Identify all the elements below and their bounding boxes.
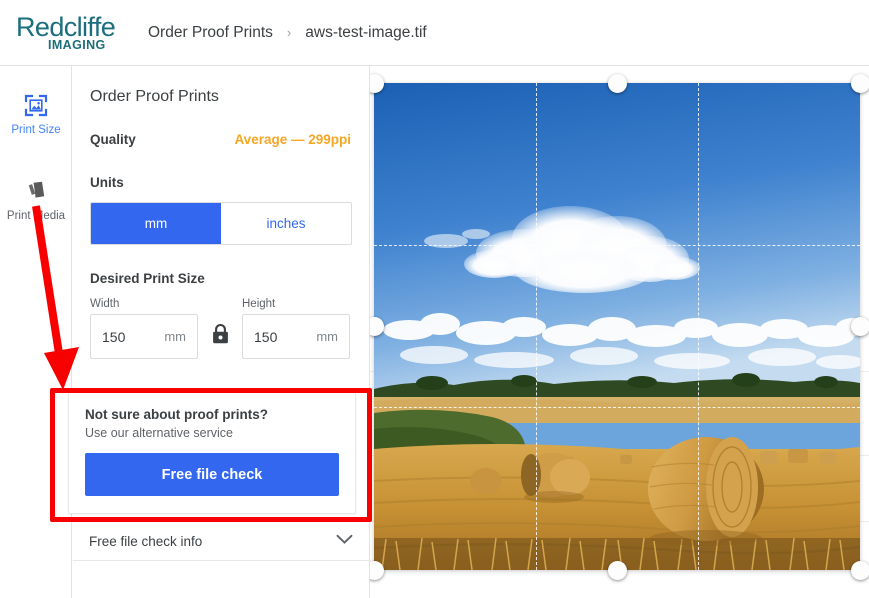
chevron-down-icon bbox=[336, 532, 353, 550]
free-file-check-info-accordion[interactable]: Free file check info bbox=[73, 521, 369, 561]
sidebar-item-print-media[interactable]: Print Media bbox=[0, 172, 72, 230]
app-root: Redcliffe IMAGING Order Proof Prints › a… bbox=[0, 0, 869, 598]
free-file-check-button[interactable]: Free file check bbox=[85, 453, 339, 496]
width-value: 150 bbox=[102, 328, 126, 345]
logo-wordmark: Redcliffe bbox=[16, 11, 116, 42]
width-field: Width 150 mm bbox=[90, 298, 198, 359]
quality-value: Average — 299ppi bbox=[234, 132, 351, 147]
breadcrumb: Order Proof Prints › aws-test-image.tif bbox=[148, 24, 427, 42]
height-caption: Height bbox=[242, 298, 276, 310]
crop-handle-top-center[interactable] bbox=[608, 74, 627, 93]
media-stack-icon bbox=[2, 178, 70, 204]
height-input[interactable]: 150 mm bbox=[242, 314, 350, 359]
crop-grid-line-horizontal bbox=[374, 407, 860, 408]
quality-row: Quality Average — 299ppi bbox=[90, 132, 351, 147]
breadcrumb-root[interactable]: Order Proof Prints bbox=[148, 24, 273, 42]
quality-label: Quality bbox=[90, 132, 136, 147]
preview-image[interactable] bbox=[374, 83, 860, 570]
crop-handle-bottom-left[interactable] bbox=[370, 561, 384, 580]
crop-handle-bottom-center[interactable] bbox=[608, 561, 627, 580]
height-value: 150 bbox=[254, 328, 278, 345]
width-caption: Width bbox=[90, 298, 120, 310]
crop-grid-line-vertical bbox=[536, 83, 537, 570]
width-unit: mm bbox=[164, 329, 186, 344]
breadcrumb-separator-icon: › bbox=[286, 25, 292, 40]
units-label: Units bbox=[90, 175, 124, 190]
sidebar-item-print-media-label: Print Media bbox=[6, 210, 66, 222]
print-options-panel: Order Proof Prints Quality Average — 299… bbox=[72, 66, 370, 598]
accordion-label: Free file check info bbox=[89, 533, 203, 549]
width-input[interactable]: 150 mm bbox=[90, 314, 198, 359]
crop-handle-top-right[interactable] bbox=[851, 74, 869, 93]
aspect-ratio-lock-button[interactable] bbox=[198, 314, 242, 359]
units-option-mm[interactable]: mm bbox=[91, 203, 221, 244]
height-field: Height 150 mm bbox=[242, 298, 350, 359]
brand-logo[interactable]: Redcliffe IMAGING bbox=[16, 11, 116, 55]
app-header: Redcliffe IMAGING Order Proof Prints › a… bbox=[0, 0, 869, 66]
desired-print-size-label: Desired Print Size bbox=[90, 271, 205, 286]
height-unit: mm bbox=[316, 329, 338, 344]
crop-grid-line-horizontal bbox=[374, 245, 860, 246]
panel-title: Order Proof Prints bbox=[90, 88, 219, 105]
promo-heading: Not sure about proof prints? bbox=[85, 407, 268, 422]
crop-handle-middle-right[interactable] bbox=[851, 317, 869, 336]
image-preview-stage bbox=[370, 66, 869, 598]
units-toggle: mm inches bbox=[90, 202, 352, 245]
breadcrumb-current: aws-test-image.tif bbox=[305, 23, 427, 41]
print-size-fields: Width 150 mm Height 150 mm bbox=[90, 298, 351, 359]
logo-tagline: IMAGING bbox=[48, 37, 106, 52]
sidebar-item-print-size-label: Print Size bbox=[11, 124, 61, 136]
promo-subtext: Use our alternative service bbox=[85, 426, 233, 440]
crop-grid-line-vertical bbox=[698, 83, 699, 570]
image-crop-icon bbox=[2, 92, 70, 118]
units-option-inches[interactable]: inches bbox=[221, 203, 351, 244]
sidebar-rail: Print Size Print Media bbox=[0, 66, 72, 598]
crop-handle-bottom-right[interactable] bbox=[851, 561, 869, 580]
free-file-check-card: Not sure about proof prints? Use our alt… bbox=[68, 392, 356, 514]
lock-closed-icon bbox=[211, 323, 230, 350]
sidebar-item-print-size[interactable]: Print Size bbox=[0, 86, 72, 144]
